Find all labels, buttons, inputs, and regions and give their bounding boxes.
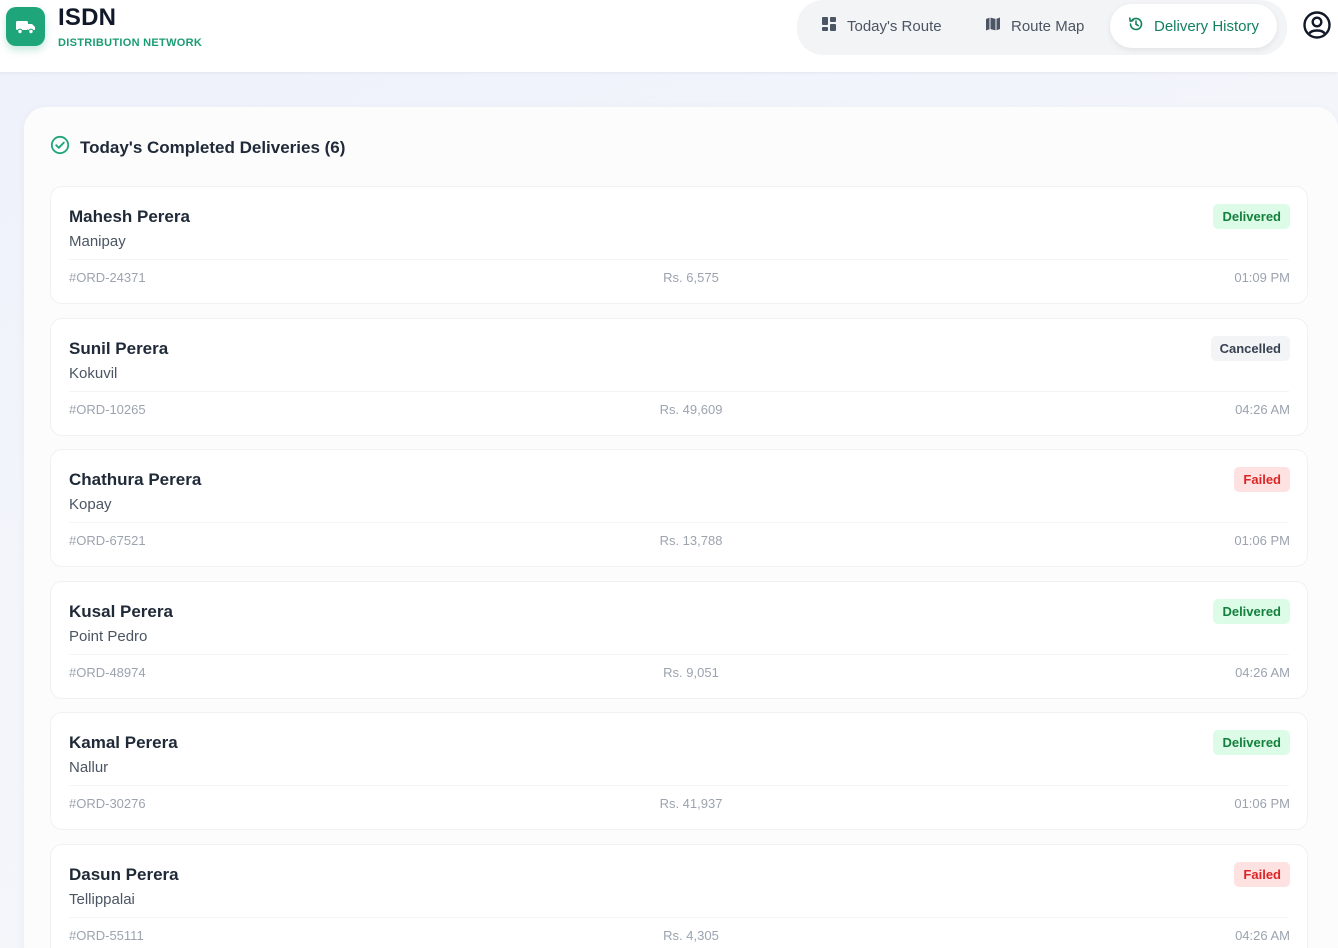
order-amount: Rs. 6,575 (663, 270, 719, 285)
customer-name: Dasun Perera (69, 865, 179, 884)
order-id: #ORD-48974 (69, 665, 146, 680)
nav-label: Route Map (1011, 17, 1085, 35)
customer-name: Chathura Perera (69, 470, 202, 489)
truck-icon[interactable] (6, 7, 45, 46)
order-amount: Rs. 9,051 (663, 665, 719, 680)
card-divider (69, 654, 1289, 655)
brand-title: ISDN (58, 4, 117, 31)
status-badge: Failed (1234, 862, 1290, 887)
delivery-time: 01:06 PM (1234, 796, 1290, 811)
customer-location: Manipay (69, 233, 126, 250)
nav-todays-route[interactable]: Today's Route (803, 4, 960, 48)
order-amount: Rs. 41,937 (659, 796, 723, 811)
history-icon (1128, 16, 1144, 36)
delivery-card[interactable]: Chathura Perera Kopay Failed #ORD-67521 … (50, 449, 1308, 567)
customer-location: Point Pedro (69, 628, 148, 645)
status-badge: Failed (1234, 467, 1290, 492)
delivery-time: 04:26 AM (1235, 928, 1290, 943)
delivery-time: 04:26 AM (1235, 665, 1290, 680)
customer-name: Mahesh Perera (69, 207, 190, 226)
delivery-time: 01:09 PM (1234, 270, 1290, 285)
order-amount: Rs. 49,609 (659, 402, 723, 417)
customer-name: Sunil Perera (69, 339, 169, 358)
card-divider (69, 391, 1289, 392)
order-id: #ORD-55111 (69, 928, 144, 943)
delivery-card[interactable]: Kusal Perera Point Pedro Delivered #ORD-… (50, 581, 1308, 699)
nav-delivery-history[interactable]: Delivery History (1110, 4, 1278, 48)
nav-label: Today's Route (847, 17, 942, 35)
card-divider (69, 917, 1289, 918)
status-badge: Delivered (1213, 730, 1290, 755)
customer-location: Kopay (69, 496, 112, 513)
delivery-time: 04:26 AM (1235, 402, 1290, 417)
delivery-card[interactable]: Mahesh Perera Manipay Delivered #ORD-243… (50, 186, 1308, 304)
order-id: #ORD-67521 (69, 533, 146, 548)
delivery-card[interactable]: Kamal Perera Nallur Delivered #ORD-30276… (50, 712, 1308, 830)
dashboard-grid-icon (821, 16, 837, 36)
customer-location: Kokuvil (69, 365, 118, 382)
status-badge: Delivered (1213, 599, 1290, 624)
user-circle-icon[interactable] (1302, 10, 1332, 40)
customer-location: Nallur (69, 759, 109, 776)
delivery-card[interactable]: Dasun Perera Tellippalai Failed #ORD-551… (50, 844, 1308, 948)
card-divider (69, 259, 1289, 260)
customer-name: Kusal Perera (69, 602, 173, 621)
order-id: #ORD-24371 (69, 270, 146, 285)
delivery-time: 01:06 PM (1234, 533, 1290, 548)
status-badge: Cancelled (1210, 336, 1290, 361)
top-header: ISDN DISTRIBUTION NETWORK Today's Route (0, 0, 1338, 72)
order-amount: Rs. 13,788 (659, 533, 723, 548)
customer-location: Tellippalai (69, 891, 135, 908)
nav-route-map[interactable]: Route Map (967, 4, 1102, 48)
order-id: #ORD-10265 (69, 402, 146, 417)
check-circle-icon (50, 135, 70, 160)
delivery-card[interactable]: Sunil Perera Kokuvil Cancelled #ORD-1026… (50, 318, 1308, 436)
nav-label: Delivery History (1154, 17, 1260, 35)
order-amount: Rs. 4,305 (663, 928, 719, 943)
brand-subtitle: DISTRIBUTION NETWORK (58, 37, 203, 49)
order-id: #ORD-30276 (69, 796, 146, 811)
section-title: Today's Completed Deliveries (6) (80, 137, 346, 157)
customer-name: Kamal Perera (69, 733, 178, 752)
status-badge: Delivered (1213, 204, 1290, 229)
card-divider (69, 522, 1289, 523)
main-navigation: Today's Route Route Map Delivery History (797, 0, 1287, 55)
section-header: Today's Completed Deliveries (6) (50, 135, 345, 160)
card-divider (69, 785, 1289, 786)
map-icon (985, 16, 1001, 36)
